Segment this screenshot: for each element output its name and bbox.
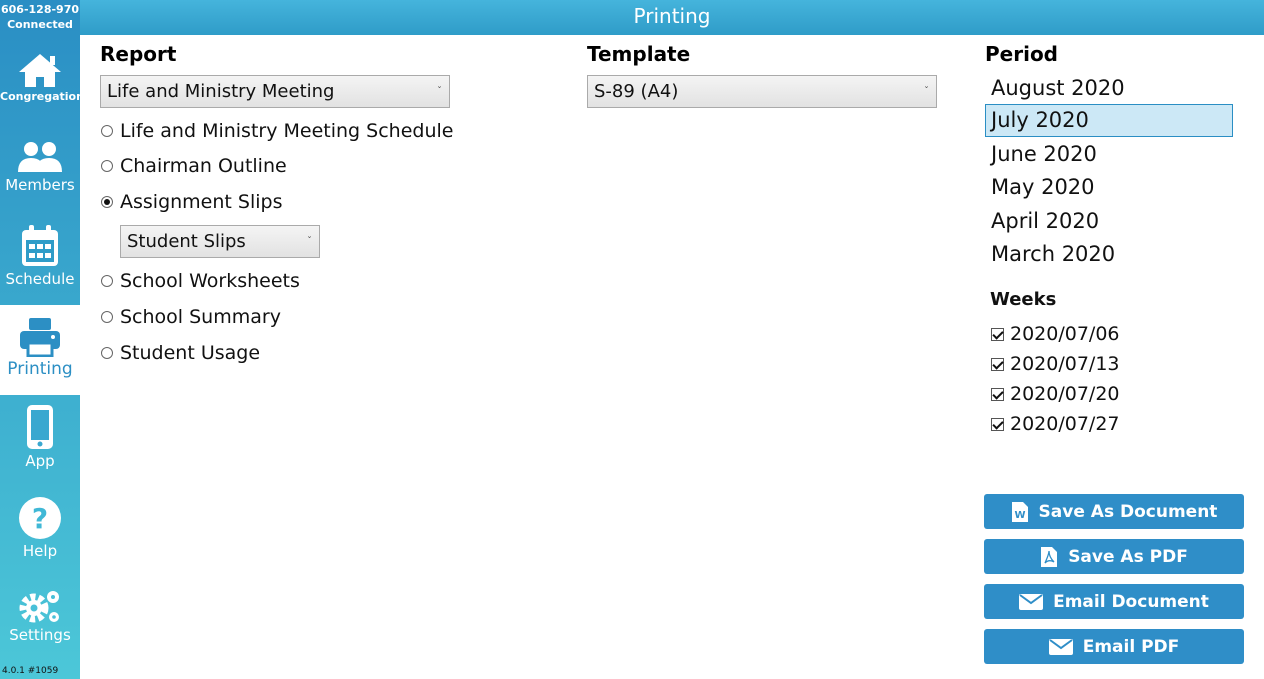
button-label: Save As PDF [1068,546,1188,567]
report-option-slips[interactable]: Assignment Slips [101,189,282,215]
option-label: Assignment Slips [120,191,283,213]
period-heading: Period [985,42,1058,66]
nav-label: Congregation [0,90,84,103]
period-item[interactable]: March 2020 [985,238,1233,271]
week-item[interactable]: 2020/07/20 [991,382,1120,406]
button-label: Save As Document [1038,501,1218,522]
chevron-down-icon: ˇ [437,86,442,97]
checkbox[interactable] [991,417,1004,431]
calendar-icon [22,225,58,266]
radio-button[interactable] [101,125,113,137]
checkbox[interactable] [991,387,1004,401]
button-label: Email Document [1053,591,1209,612]
save-as-pdf-button[interactable]: Save As PDF [984,539,1244,574]
checkbox[interactable] [991,327,1004,341]
period-item[interactable]: May 2020 [985,171,1233,204]
report-option-usage[interactable]: Student Usage [101,340,260,366]
users-icon [18,142,62,172]
nav-app[interactable]: App [0,404,80,478]
template-select-value: S-89 (A4) [594,81,679,102]
help-icon: ? [19,497,61,539]
week-item[interactable]: 2020/07/06 [991,322,1120,346]
option-label: School Summary [120,306,281,328]
option-label: School Worksheets [120,270,300,292]
period-item[interactable]: April 2020 [985,205,1233,238]
report-heading: Report [100,42,177,66]
report-select[interactable]: Life and Ministry Meeting ˇ [100,75,450,108]
nav-settings[interactable]: Settings [0,588,80,652]
week-item[interactable]: 2020/07/27 [991,412,1120,436]
envelope-icon [1048,638,1073,655]
period-item[interactable]: June 2020 [985,138,1233,171]
week-label: 2020/07/20 [1010,383,1120,405]
svg-text:W: W [1014,510,1025,521]
period-item[interactable]: August 2020 [985,72,1233,105]
radio-button[interactable] [101,196,113,208]
connection-status: Connected [7,18,73,31]
version-label: 4.0.1 #1059 [2,666,59,676]
report-option-schedule[interactable]: Life and Ministry Meeting Schedule [101,118,453,144]
sidebar: 606-128-970 Connected Congregation Membe… [0,0,84,679]
nav-congregation[interactable]: Congregation [0,52,84,112]
nav-members[interactable]: Members [0,140,80,210]
printer-icon [20,318,60,357]
gears-icon [19,591,59,623]
radio-button[interactable] [101,347,113,359]
slip-type-select[interactable]: Student Slips ˇ [120,225,320,258]
nav-label: App [25,452,55,470]
nav-label: Schedule [5,270,75,288]
envelope-icon [1019,593,1044,610]
template-select[interactable]: S-89 (A4) ˇ [587,75,937,108]
radio-button[interactable] [101,160,113,172]
chevron-down-icon: ˇ [307,236,312,247]
nav-help[interactable]: ? Help [0,496,80,564]
week-label: 2020/07/13 [1010,353,1120,375]
period-item-selected[interactable]: July 2020 [985,104,1233,137]
nav-printing[interactable]: Printing [0,305,80,395]
home-icon [19,54,61,87]
svg-text:?: ? [32,502,48,535]
option-label: Student Usage [120,342,261,364]
word-document-icon: W [1011,501,1028,522]
slip-type-value: Student Slips [127,231,246,252]
week-label: 2020/07/06 [1010,323,1120,345]
page-title: Printing [633,4,711,28]
week-label: 2020/07/27 [1010,413,1120,435]
nav-label: Printing [7,359,73,379]
option-label: Chairman Outline [120,155,287,177]
email-document-button[interactable]: Email Document [984,584,1244,619]
nav-label: Settings [9,626,71,644]
pdf-icon [1041,546,1058,567]
nav-label: Members [5,176,75,194]
report-option-chairman[interactable]: Chairman Outline [101,153,287,179]
phone-icon [27,405,53,449]
option-label: Life and Ministry Meeting Schedule [120,120,454,142]
report-option-worksheets[interactable]: School Worksheets [101,268,300,294]
save-as-document-button[interactable]: W Save As Document [984,494,1244,529]
week-item[interactable]: 2020/07/13 [991,352,1120,376]
radio-button[interactable] [101,275,113,287]
nav-label: Help [22,542,58,560]
button-label: Email PDF [1082,636,1180,657]
weeks-heading: Weeks [990,289,1057,310]
chevron-down-icon: ˇ [924,86,929,97]
connection-id: 606-128-970 [0,3,79,16]
template-heading: Template [587,42,691,66]
report-option-summary[interactable]: School Summary [101,304,281,330]
nav-schedule[interactable]: Schedule [0,224,80,298]
title-bar: Printing [80,0,1264,35]
radio-button[interactable] [101,311,113,323]
email-pdf-button[interactable]: Email PDF [984,629,1244,664]
checkbox[interactable] [991,357,1004,371]
report-select-value: Life and Ministry Meeting [107,81,335,102]
